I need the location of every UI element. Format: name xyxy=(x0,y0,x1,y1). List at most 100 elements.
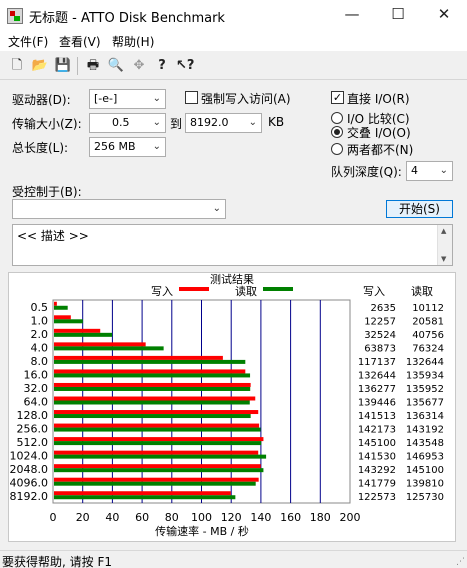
read-value: 135934 xyxy=(406,370,444,381)
results-panel: 测试结果 写入 读取 写入 读取 0 20 40 60 80 100 120 140 160 180 200 0… xyxy=(8,272,456,542)
x-tick-label: 20 xyxy=(76,511,90,524)
menu-file[interactable]: 文件(F) xyxy=(8,33,48,50)
controlled-by-label: 受控制于(B): xyxy=(12,185,82,199)
read-value: 136314 xyxy=(406,411,444,422)
results-chart: 测试结果写入 读取 写入 读取0 20 40 60 80 100 120 140 160 180 2000… xyxy=(10,273,445,538)
write-bar xyxy=(54,437,264,442)
x-tick-label: 140 xyxy=(250,511,271,524)
y-tick-label: 16.0 xyxy=(24,368,49,381)
force-write-label: 强制写入访问(A) xyxy=(201,92,291,106)
legend-write-label: 写入 xyxy=(151,285,173,298)
drive-select[interactable]: [-e-] ⌄ xyxy=(89,89,166,109)
y-tick-label: 2.0 xyxy=(31,328,49,341)
write-bar xyxy=(54,382,251,387)
new-file-icon[interactable]: 🗋 xyxy=(8,57,26,75)
y-tick-label: 4096.0 xyxy=(10,477,49,490)
neither-radio[interactable] xyxy=(331,143,343,155)
read-bar xyxy=(54,305,68,310)
maximize-button[interactable]: ☐ xyxy=(375,0,421,31)
x-tick-label: 60 xyxy=(135,511,149,524)
write-value: 32524 xyxy=(364,330,396,341)
write-bar xyxy=(54,328,101,333)
total-length-label: 总长度(L): xyxy=(12,141,69,155)
description-textarea[interactable]: << 描述 >> ▲ ▼ xyxy=(12,224,453,266)
read-bar xyxy=(54,386,251,391)
queue-depth-select[interactable]: 4 ⌄ xyxy=(406,161,453,181)
context-help-icon[interactable]: ↖? xyxy=(176,57,194,75)
transfer-to-select[interactable]: 8192.0 ⌄ xyxy=(185,113,262,133)
direct-io-checkbox[interactable]: ✓ xyxy=(331,91,344,104)
save-icon[interactable]: 💾 xyxy=(54,57,72,75)
overlapped-io-label: 交叠 I/O(O) xyxy=(347,126,411,140)
chevron-down-icon: ⌄ xyxy=(152,117,161,128)
read-value: 135677 xyxy=(406,398,444,409)
to-label: 到 xyxy=(170,117,183,131)
y-tick-label: 8192.0 xyxy=(10,490,49,503)
transfer-from-select[interactable]: 0.5 ⌄ xyxy=(89,113,166,133)
description-scrollbar[interactable]: ▲ ▼ xyxy=(437,225,452,265)
read-value: 132644 xyxy=(406,357,444,368)
write-bar xyxy=(54,315,71,320)
read-value: 139810 xyxy=(406,479,444,490)
x-tick-label: 100 xyxy=(191,511,212,524)
y-tick-label: 1.0 xyxy=(31,314,49,327)
read-bar xyxy=(54,441,262,446)
print-icon[interactable]: 🖶 xyxy=(84,57,102,75)
title-bar: 无标题 - ATTO Disk Benchmark — ☐ ✕ xyxy=(0,0,467,31)
total-length-select[interactable]: 256 MB ⌄ xyxy=(89,137,166,157)
read-value: 76324 xyxy=(412,343,444,354)
write-value: 2635 xyxy=(371,303,396,314)
y-tick-label: 4.0 xyxy=(31,341,49,354)
read-value: 143192 xyxy=(406,425,444,436)
controlled-by-select[interactable]: ⌄ xyxy=(12,199,226,219)
read-value: 145100 xyxy=(406,465,444,476)
toolbar-separator xyxy=(77,57,78,75)
queue-depth-value: 4 xyxy=(411,164,418,177)
write-value: 132644 xyxy=(358,370,396,381)
read-bar xyxy=(54,332,113,337)
y-tick-label: 2048.0 xyxy=(10,463,49,476)
y-tick-label: 64.0 xyxy=(24,396,49,409)
menu-view[interactable]: 查看(V) xyxy=(59,33,101,50)
open-folder-icon[interactable]: 📂 xyxy=(31,57,49,75)
transfer-from-value: 0.5 xyxy=(112,116,130,129)
overlapped-io-radio[interactable] xyxy=(331,126,343,138)
close-button[interactable]: ✕ xyxy=(421,0,467,31)
help-icon[interactable]: ? xyxy=(153,57,171,75)
read-value: 20581 xyxy=(412,316,444,327)
status-bar: 要获得帮助, 请按 F1 ⋰ xyxy=(0,550,467,568)
write-value: 117137 xyxy=(358,357,396,368)
force-write-checkbox[interactable] xyxy=(185,91,198,104)
print-preview-icon[interactable]: 🔍 xyxy=(107,57,125,75)
read-bar xyxy=(54,495,236,500)
write-value: 141513 xyxy=(358,411,396,422)
start-button[interactable]: 开始(S) xyxy=(386,200,453,218)
write-bar xyxy=(54,423,260,428)
read-bar xyxy=(54,468,264,473)
resize-grip-icon[interactable]: ⋰ xyxy=(456,557,465,567)
chevron-down-icon: ⌄ xyxy=(152,93,161,104)
y-tick-label: 32.0 xyxy=(24,382,49,395)
chevron-down-icon: ⌄ xyxy=(152,141,161,152)
read-bar xyxy=(54,414,251,419)
write-value: 63873 xyxy=(364,343,396,354)
total-length-value: 256 MB xyxy=(94,140,136,153)
write-value: 142173 xyxy=(358,425,396,436)
scroll-down-icon[interactable]: ▼ xyxy=(441,255,446,263)
write-bar xyxy=(54,410,259,415)
write-bar xyxy=(54,491,231,496)
app-icon[interactable] xyxy=(7,8,23,24)
write-value: 143292 xyxy=(358,465,396,476)
write-bar xyxy=(54,450,259,455)
menu-help[interactable]: 帮助(H) xyxy=(112,33,154,50)
read-value: 40756 xyxy=(412,330,444,341)
read-bar xyxy=(54,400,250,405)
move-icon[interactable]: ✥ xyxy=(130,57,148,75)
io-compare-radio[interactable] xyxy=(331,112,343,124)
write-bar xyxy=(54,477,259,482)
read-bar xyxy=(54,427,261,432)
description-text: << 描述 >> xyxy=(17,229,89,243)
minimize-button[interactable]: — xyxy=(329,0,375,31)
scroll-up-icon[interactable]: ▲ xyxy=(441,227,446,235)
write-value: 12257 xyxy=(364,316,396,327)
